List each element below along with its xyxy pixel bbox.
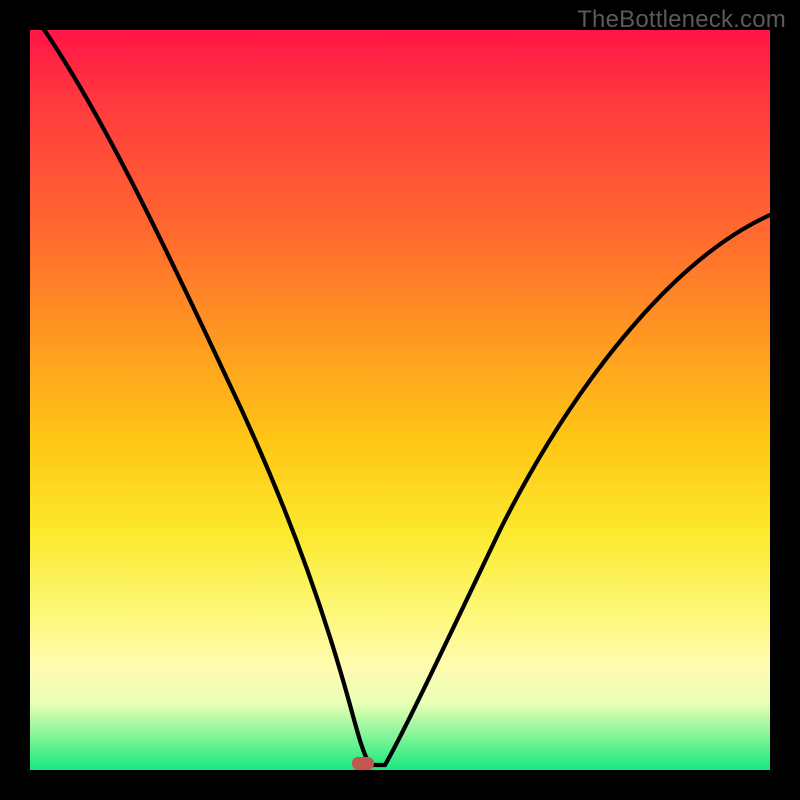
v-curve-path: [30, 30, 770, 765]
minimum-marker: [352, 757, 374, 770]
curve-svg: [30, 30, 770, 770]
chart-frame: TheBottleneck.com: [0, 0, 800, 800]
watermark-text: TheBottleneck.com: [577, 6, 786, 34]
plot-area: [30, 30, 770, 770]
